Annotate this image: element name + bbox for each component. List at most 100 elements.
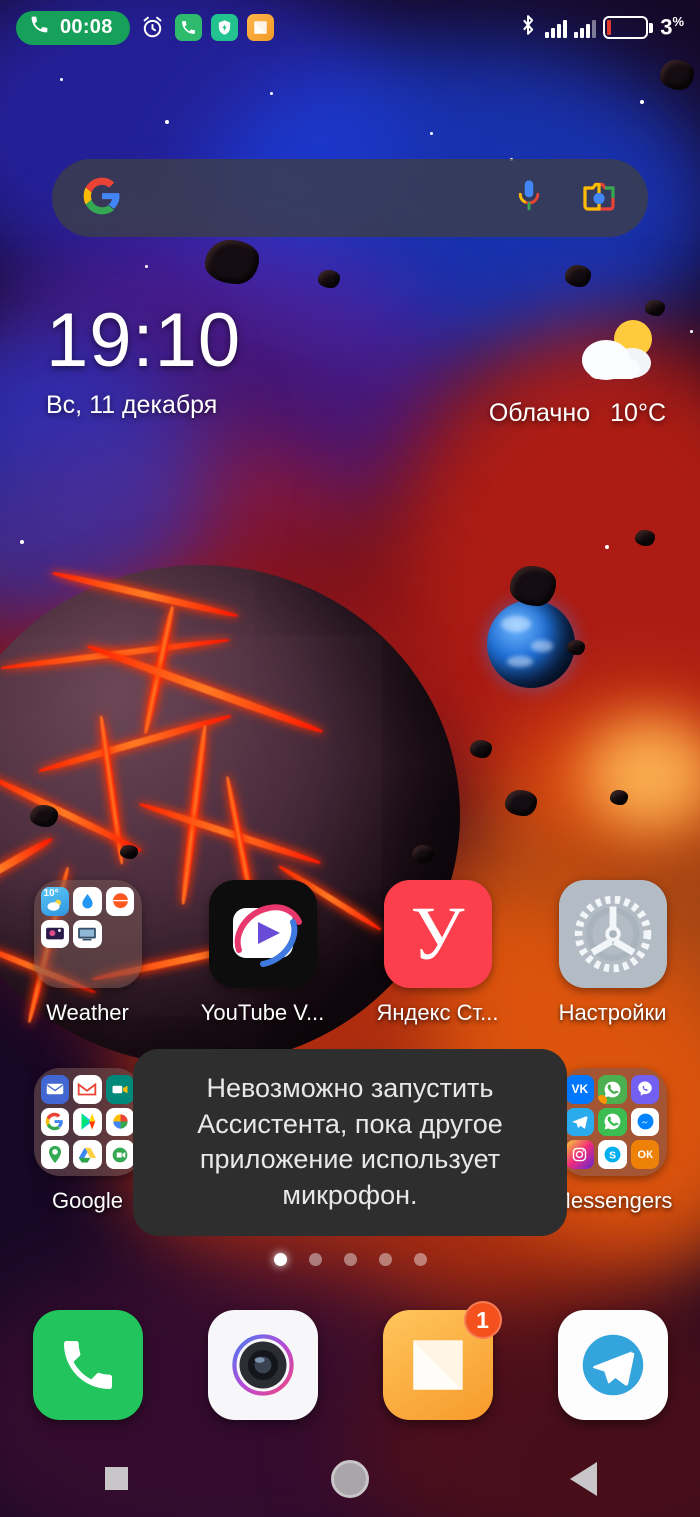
microphone-icon[interactable] — [514, 178, 544, 219]
app-label: Яндекс Ст... — [376, 1000, 499, 1025]
nav-home-button[interactable] — [233, 1440, 466, 1517]
page-dot-4[interactable] — [378, 1253, 392, 1266]
asteroid — [610, 790, 628, 805]
app-settings[interactable]: Настройки — [525, 880, 700, 1026]
folder-empty-slot — [41, 952, 70, 981]
drive-icon — [73, 1140, 102, 1169]
messengers-folder-icon[interactable]: VK S ОК — [558, 1068, 667, 1176]
asteroid — [120, 845, 138, 859]
messages-icon — [246, 14, 274, 41]
instagram-icon — [565, 1140, 595, 1169]
telegram-dock-icon[interactable] — [557, 1310, 668, 1420]
asteroid — [635, 530, 655, 546]
dock-item-messages[interactable]: 1 — [350, 1301, 525, 1420]
asteroid — [318, 270, 340, 288]
security-shield-icon — [210, 14, 238, 41]
dock-item-camera[interactable] — [175, 1310, 350, 1420]
app-label: Weather — [46, 1000, 129, 1025]
messages-badge: 1 — [463, 1301, 502, 1339]
asteroid — [505, 790, 537, 816]
battery-percent: 3% — [660, 14, 684, 40]
whatsapp-business-icon — [598, 1107, 627, 1137]
youtube-vanced-icon[interactable] — [208, 880, 317, 988]
maps-icon — [40, 1140, 70, 1169]
whatsapp-icon — [598, 1075, 627, 1104]
toast-message: Невозможно запустить Ассистента, пока др… — [133, 1049, 567, 1236]
asteroid — [645, 300, 665, 316]
star — [640, 100, 644, 104]
dock-item-telegram[interactable] — [525, 1310, 700, 1420]
alarm-icon — [139, 14, 166, 41]
nav-recents-button[interactable] — [0, 1440, 233, 1517]
page-dot-5[interactable] — [413, 1253, 427, 1266]
star — [20, 540, 24, 544]
play-store-icon — [73, 1107, 102, 1137]
page-dot-1[interactable] — [273, 1253, 287, 1266]
weather-folder-icon[interactable]: 10° — [33, 880, 142, 988]
search-action-icons — [514, 178, 618, 219]
asteroid — [567, 640, 585, 655]
page-indicator[interactable] — [0, 1253, 700, 1266]
status-bar-right: 3% — [518, 13, 684, 43]
svg-text:S: S — [609, 1151, 616, 1162]
telegram-blue-icon — [565, 1107, 595, 1137]
star — [145, 265, 148, 268]
folder-weather[interactable]: 10° Weather — [0, 880, 175, 1026]
home-circle-icon[interactable] — [330, 1459, 369, 1498]
phone-app-icon — [174, 14, 202, 41]
weather-temperature: 10°C — [610, 399, 666, 427]
back-triangle-icon[interactable] — [569, 1461, 597, 1496]
dock-item-phone[interactable] — [0, 1310, 175, 1420]
desktop-widget-icon — [73, 919, 102, 949]
phone-icon — [29, 14, 50, 41]
star — [430, 132, 433, 135]
app-label: YouTube V... — [200, 1000, 325, 1025]
vk-icon: VK — [565, 1075, 595, 1104]
google-search-bar[interactable] — [52, 159, 648, 237]
status-bar: 00:08 3% — [0, 0, 700, 55]
app-label: Настройки — [558, 1000, 667, 1025]
google-lens-camera-icon[interactable] — [580, 179, 618, 218]
dock: 1 — [0, 1301, 700, 1420]
clock-date: Вс, 11 декабря — [46, 391, 218, 420]
star — [605, 545, 609, 549]
signal-bars-icon — [545, 18, 568, 38]
water-drop-icon — [73, 887, 102, 916]
settings-gear-icon[interactable] — [558, 880, 667, 988]
messages-dock-icon[interactable]: 1 — [382, 1301, 502, 1420]
clock-time: 19:10 — [46, 298, 242, 383]
yandex-icon[interactable]: У — [383, 880, 492, 988]
page-dot-2[interactable] — [308, 1253, 322, 1266]
ongoing-call-chip[interactable]: 00:08 — [16, 10, 130, 45]
call-timer: 00:08 — [60, 16, 113, 38]
app-yandex[interactable]: У Яндекс Ст... — [350, 880, 525, 1026]
phone-dock-icon[interactable] — [32, 1310, 143, 1420]
meet-icon — [105, 1075, 135, 1104]
google-search-icon — [40, 1107, 70, 1137]
weather-condition: Облачно — [488, 399, 591, 427]
camera-dock-icon[interactable] — [207, 1310, 318, 1420]
google-folder-icon[interactable] — [33, 1068, 142, 1176]
asteroid — [565, 265, 591, 287]
duo-icon — [105, 1140, 135, 1169]
recents-square-icon[interactable] — [105, 1467, 129, 1490]
page-dot-3[interactable] — [343, 1253, 357, 1266]
asteroid — [205, 240, 259, 284]
asteroid — [30, 805, 58, 827]
app-youtube-vanced[interactable]: YouTube V... — [175, 880, 350, 1026]
star — [690, 330, 693, 333]
mail-icon — [40, 1075, 70, 1104]
earth-planet — [487, 600, 575, 688]
star — [60, 78, 63, 81]
clock-widget[interactable]: 19:10 Вс, 11 декабря — [46, 298, 242, 420]
google-g-icon[interactable] — [82, 176, 122, 221]
status-bar-left: 00:08 — [16, 10, 274, 45]
space-widget-icon — [40, 919, 70, 949]
weather-widget[interactable]: Облачно 10°C — [489, 315, 666, 428]
signal-bars-icon — [574, 18, 597, 38]
star — [165, 120, 169, 124]
bluetooth-icon — [518, 13, 538, 43]
sun-behind-cloud-icon — [489, 315, 666, 391]
nav-back-button[interactable] — [467, 1440, 700, 1517]
battery-low-icon — [603, 16, 654, 39]
